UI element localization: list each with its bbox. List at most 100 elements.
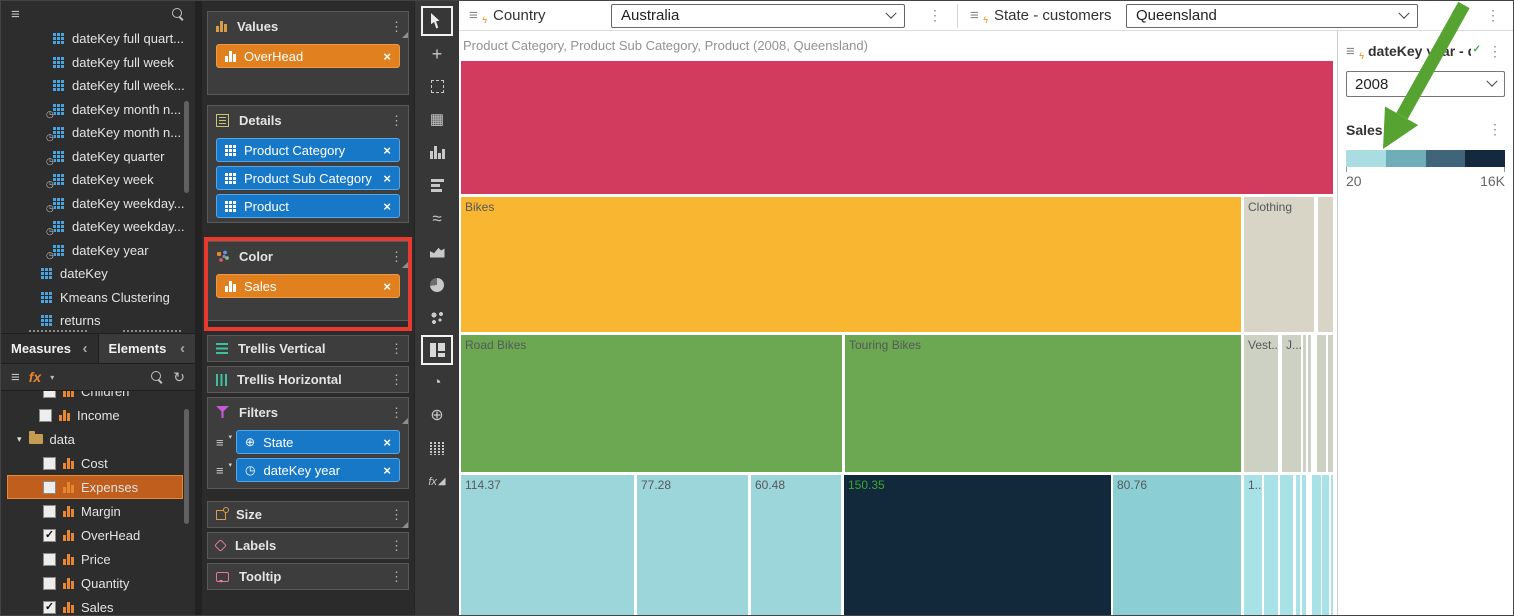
treemap-cell[interactable] [1331,475,1333,615]
measure-checkbox[interactable]: ✓ [43,529,56,542]
country-dropdown[interactable]: Australia [611,4,905,28]
treemap-cell[interactable] [1280,475,1293,615]
remove-icon[interactable]: × [383,171,391,186]
crosshair-tool[interactable] [421,38,453,69]
treemap-cell-77-28[interactable]: 77.28 [637,475,748,615]
kebab-menu-icon[interactable]: ⋮ [1485,121,1505,138]
pill-state[interactable]: ⊕State× [236,430,400,454]
kebab-menu-icon[interactable]: ⋮ [390,20,400,33]
kebab-menu-icon[interactable]: ⋮ [390,342,400,355]
pill-product[interactable]: Product× [216,194,400,218]
treemap-cell[interactable] [1308,335,1311,472]
measures-scrollbar[interactable] [184,409,189,524]
field-item-datekey-month-n[interactable]: ◷dateKey month n... [1,121,195,145]
menu-icon[interactable]: ≡ [11,7,20,22]
measure-item-income[interactable]: Income [1,403,195,427]
collapse-icon[interactable]: ‹ [180,340,185,357]
menu-icon[interactable]: ≡ [11,370,20,385]
kebab-menu-icon[interactable]: ⋮ [1485,43,1505,60]
table-visual-tool[interactable] [421,104,453,135]
pointer-tool[interactable] [421,6,453,36]
pill-datekey-year[interactable]: ◷dateKey year× [236,458,400,482]
line-chart-tool[interactable] [421,203,453,234]
panel-resize-handle[interactable] [123,330,181,333]
tab-measures[interactable]: Measures ‹ [1,334,98,363]
kebab-menu-icon[interactable]: ⋮ [390,373,400,386]
remove-icon[interactable]: × [383,435,391,450]
treemap-cell-bikes[interactable]: Bikes [461,197,1241,332]
measure-checkbox[interactable]: ✓ [43,601,56,614]
measure-item-expenses[interactable]: Expenses [7,475,183,499]
field-item-datekey-full-week[interactable]: dateKey full week... [1,74,195,98]
measure-checkbox[interactable] [39,409,52,422]
pie-chart-tool[interactable] [421,269,453,300]
measure-checkbox[interactable] [43,553,56,566]
field-item-kmeans-clustering[interactable]: Kmeans Clustering [1,286,195,310]
treemap-cell[interactable] [1322,475,1329,615]
matrix-tool[interactable] [421,433,453,464]
field-item-datekey-weekday[interactable]: ◷dateKey weekday... [1,192,195,216]
measure-checkbox[interactable] [43,505,56,518]
year-dropdown[interactable]: 2008 [1346,71,1505,97]
measure-checkbox[interactable] [43,391,56,398]
remove-icon[interactable]: × [383,279,391,294]
treemap-cell[interactable] [1264,475,1278,615]
measure-item-sales[interactable]: ✓Sales [1,595,195,615]
field-item-datekey-month-n[interactable]: ◷dateKey month n... [1,98,195,122]
fields-scrollbar[interactable] [184,101,189,193]
treemap-cell-150-35[interactable]: 150.35 [844,475,1111,615]
treemap-cell[interactable] [1296,475,1300,615]
treemap-cell[interactable] [1317,335,1326,472]
treemap-cell[interactable] [1328,335,1333,472]
field-item-datekey-year[interactable]: ◷dateKey year [1,239,195,263]
measure-item-quantity[interactable]: Quantity [1,571,195,595]
treemap-tool[interactable] [421,335,453,365]
remove-icon[interactable]: × [383,49,391,64]
treemap-cell-80-76[interactable]: 80.76 [1113,475,1241,615]
field-item-datekey-full-quart[interactable]: dateKey full quart... [1,27,195,51]
kebab-menu-icon[interactable]: ⋮ [390,114,400,127]
state-dropdown[interactable]: Queensland [1126,4,1418,28]
refresh-icon[interactable]: ↻ [173,369,185,386]
kebab-menu-icon[interactable]: ⋮ [1483,7,1503,24]
search-icon[interactable] [171,7,185,21]
measure-item-overhead[interactable]: ✓OverHead [1,523,195,547]
scatter-chart-tool[interactable] [421,302,453,333]
treemap-cell-j[interactable]: J... [1282,335,1301,472]
map-tool[interactable] [421,400,453,431]
kebab-menu-icon[interactable]: ⋮ [390,406,400,419]
expand-arrow-icon[interactable]: ▾ [17,434,22,445]
kebab-menu-icon[interactable]: ⋮ [390,539,400,552]
measure-item-children[interactable]: Children [1,391,195,403]
pill-sales[interactable]: Sales× [216,274,400,298]
pill-product-sub-category[interactable]: Product Sub Category× [216,166,400,190]
collapse-icon[interactable]: ‹ [83,340,88,357]
field-item-returns[interactable]: returns [1,309,195,333]
kebab-menu-icon[interactable]: ⋮ [390,250,400,263]
kebab-menu-icon[interactable]: ⋮ [925,7,945,24]
fx-chart-tool[interactable] [421,466,453,497]
measure-checkbox[interactable] [43,481,56,494]
field-item-datekey-quarter[interactable]: ◷dateKey quarter [1,145,195,169]
panel-resize-handle[interactable] [29,330,87,333]
filter-menu-icon[interactable] [216,464,230,477]
chevron-down-icon[interactable]: ▾ [50,373,54,382]
marquee-select-tool[interactable] [421,71,453,102]
measure-checkbox[interactable] [43,577,56,590]
measure-item-data[interactable]: ▾data [1,427,195,451]
kebab-menu-icon[interactable]: ⋮ [390,570,400,583]
search-icon[interactable] [150,370,164,384]
treemap-cell[interactable] [1303,335,1306,472]
field-item-datekey-week[interactable]: ◷dateKey week [1,168,195,192]
treemap-cell[interactable] [1312,475,1321,615]
tab-elements[interactable]: Elements ‹ [98,334,196,363]
bar-chart-tool[interactable] [421,170,453,201]
remove-icon[interactable]: × [383,463,391,478]
treemap-cell-vest[interactable]: Vest... [1244,335,1278,472]
pill-product-category[interactable]: Product Category× [216,138,400,162]
remove-icon[interactable]: × [383,199,391,214]
treemap-cell-114-37[interactable]: 114.37 [461,475,634,615]
measure-checkbox[interactable] [43,457,56,470]
filter-icon[interactable] [1452,10,1465,22]
measure-item-price[interactable]: Price [1,547,195,571]
